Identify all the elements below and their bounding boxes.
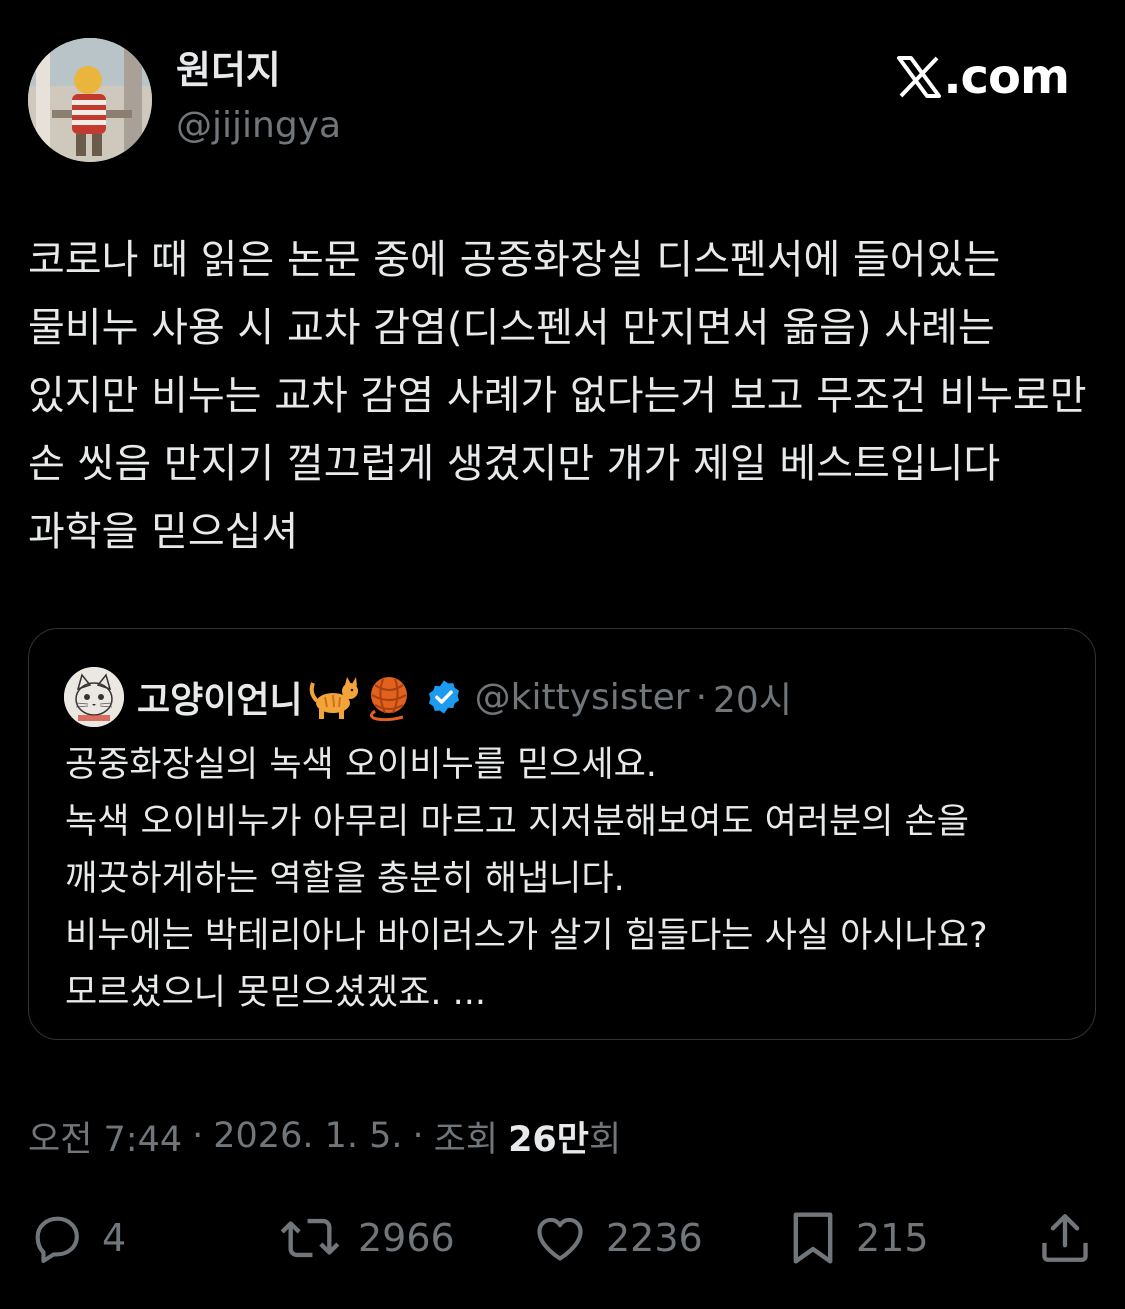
views-prefix: 조회 [433,1119,499,1160]
avatar-photo [28,38,152,162]
quote-avatar[interactable] [64,667,124,727]
retweet-button[interactable]: 2966 [278,1200,455,1276]
quoted-tweet[interactable]: 고양이언니 @kittysister · 20시 공중화장실의 녹색 오이비누를… [28,628,1096,1040]
retweet-count: 2966 [358,1216,455,1260]
views-count: 26만 [508,1119,589,1160]
bookmark-icon [786,1208,840,1268]
reply-button[interactable]: 4 [28,1200,126,1276]
author-avatar[interactable] [28,38,152,162]
like-icon [530,1209,590,1267]
quote-body: 공중화장실의 녹색 오이비누를 믿으세요. 녹색 오이비누가 아무리 마르고 지… [65,745,988,1013]
author-name[interactable]: 원더지 [176,44,281,96]
like-count: 2236 [606,1216,703,1260]
quote-author-name[interactable]: 고양이언니 [137,671,303,723]
tweet-meta: 오전 7:44 · 2026. 1. 5. · 조회 26만 회 [28,1108,621,1164]
cat-drawing-avatar [64,667,124,727]
quote-timestamp[interactable]: 20시 [713,671,792,723]
tweet-header: 원더지 @jijingya .com [0,0,1125,180]
reply-icon [28,1209,86,1267]
verified-badge-icon [425,678,463,716]
bookmark-count: 215 [856,1216,929,1260]
views-suffix: 회 [588,1119,622,1160]
cat-emoji-icon [307,673,359,721]
post-date[interactable]: 2026. 1. 5. [213,1116,402,1156]
reply-count: 4 [102,1216,127,1260]
meta-separator: · [192,1116,204,1156]
x-brand: .com [897,46,1070,108]
x-brand-suffix: .com [943,49,1070,105]
share-button[interactable] [1036,1200,1094,1276]
meta-separator: · [412,1116,424,1156]
author-handle[interactable]: @jijingya [176,100,341,152]
quote-author-handle[interactable]: @kittysister [475,677,690,718]
quote-header: 고양이언니 @kittysister · 20시 [137,667,792,727]
share-icon [1036,1208,1094,1268]
yarn-emoji-icon [363,673,415,721]
bookmark-button[interactable]: 215 [786,1200,929,1276]
retweet-icon [278,1209,342,1267]
quote-separator: · [695,676,708,718]
tweet-body: 코로나 때 읽은 논문 중에 공중화장실 디스펜서에 들어있는 물비누 사용 시… [28,237,1100,555]
action-bar: 4 2966 2236 215 [0,1200,1125,1276]
x-logo-icon [897,56,942,98]
like-button[interactable]: 2236 [530,1200,703,1276]
post-time[interactable]: 오전 7:44 [28,1111,182,1162]
